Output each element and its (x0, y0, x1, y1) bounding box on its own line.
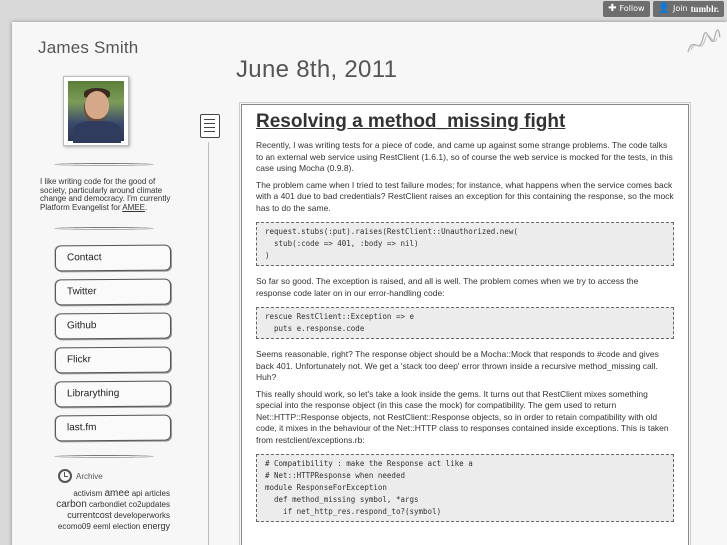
post: Resolving a method_missing fight Recentl… (239, 102, 691, 545)
post-paragraph: So far so good. The exception is raised,… (256, 276, 639, 298)
plus-icon: ✚ (608, 3, 617, 14)
nav-lastfm[interactable]: last.fm (54, 414, 172, 442)
sidebar-nav: Contact Twitter Github Flickr Librarythi… (54, 244, 172, 449)
tag-link[interactable]: currentcost (67, 510, 112, 520)
post-title[interactable]: Resolving a method_missing fight (256, 111, 674, 133)
user-icon: 👤 (657, 3, 671, 14)
clock-icon (58, 469, 72, 483)
tag-link[interactable]: api (132, 489, 143, 498)
code-block: rescue RestClient::Exception => e puts e… (256, 307, 674, 339)
tag-link[interactable]: developerworks (114, 511, 170, 520)
site-title[interactable]: James Smith (38, 38, 138, 58)
bio-text: I like writing code for the good of soci… (40, 177, 171, 212)
text-post-icon (200, 114, 220, 138)
page-paper: James Smith I like writing code for the … (12, 22, 727, 545)
follow-button[interactable]: ✚ Follow (603, 1, 650, 17)
post-date: June 8th, 2011 (236, 56, 398, 83)
post-paragraph: Seems reasonable, right? The response ob… (256, 349, 659, 382)
tag-link[interactable]: election (113, 522, 141, 531)
divider (54, 455, 154, 458)
post-paragraph: Recently, I was writing tests for a piec… (256, 140, 673, 173)
follow-label: Follow (619, 4, 645, 13)
nav-flickr[interactable]: Flickr (54, 346, 172, 374)
nav-github[interactable]: Github (54, 312, 172, 340)
tag-cloud: activism amee api articles carbon carbon… (42, 488, 170, 532)
tag-link[interactable]: articles (145, 489, 170, 498)
code-block: request.stubs(:put).raises(RestClient::U… (256, 222, 674, 266)
tag-link[interactable]: energy (142, 521, 170, 531)
tag-link[interactable]: activism (73, 489, 102, 498)
timeline-line (208, 142, 209, 545)
tag-link[interactable]: carbondiet (89, 500, 126, 509)
archive-label: Archive (76, 471, 103, 481)
tumblr-controls: ✚ Follow 👤 Join tumblr. (603, 1, 724, 17)
tag-link[interactable]: eeml (93, 522, 110, 531)
nav-librarything[interactable]: Librarything (54, 380, 172, 408)
archive-link[interactable]: Archive (58, 469, 103, 483)
tag-link[interactable]: carbon (56, 499, 87, 510)
code-block: # Compatibility : make the Response act … (256, 454, 674, 522)
join-label: Join (673, 4, 688, 13)
avatar (63, 76, 129, 146)
post-paragraph: This really should work, so let's take a… (256, 388, 669, 445)
nav-twitter[interactable]: Twitter (54, 278, 172, 306)
post-paragraph: The problem came when I tried to test fa… (256, 179, 674, 213)
join-tumblr-button[interactable]: 👤 Join tumblr. (652, 1, 724, 17)
tumblr-brand: tumblr. (690, 4, 719, 14)
nav-contact[interactable]: Contact (54, 244, 172, 272)
divider (54, 227, 154, 230)
amee-link[interactable]: AMEE (122, 203, 145, 212)
tag-link[interactable]: ecomo09 (58, 522, 91, 531)
divider (54, 163, 154, 166)
scribble-decoration-icon (687, 29, 721, 53)
avatar-photo (68, 81, 124, 143)
tag-link[interactable]: amee (104, 488, 129, 499)
tag-link[interactable]: co2updates (129, 500, 170, 509)
